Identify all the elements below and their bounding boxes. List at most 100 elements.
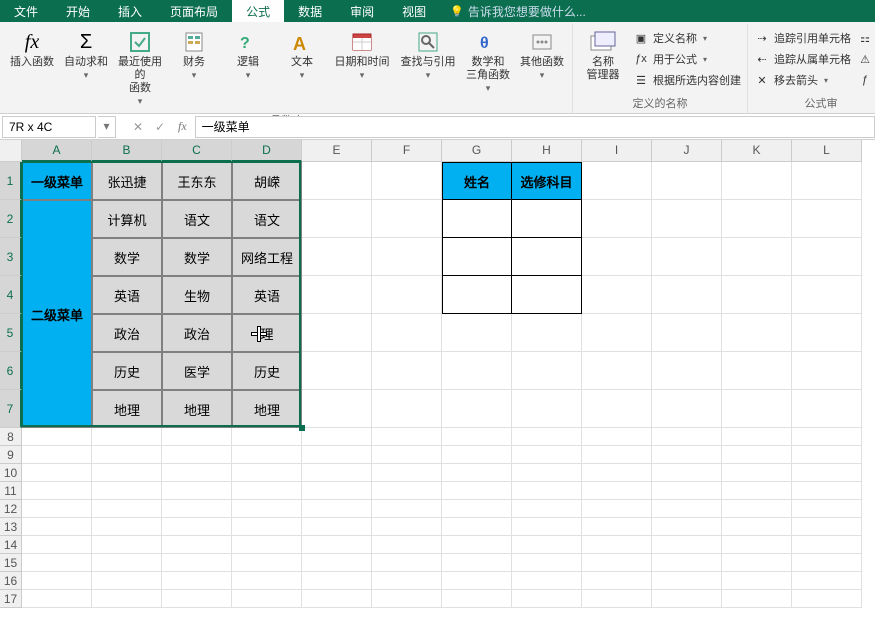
col-header-E[interactable]: E bbox=[302, 140, 372, 162]
cell-I17[interactable] bbox=[582, 590, 652, 608]
cell-B6[interactable]: 历史 bbox=[92, 352, 162, 390]
logical-button[interactable]: ? 逻辑 bbox=[222, 26, 274, 110]
tab-review[interactable]: 审阅 bbox=[336, 0, 388, 22]
cell-H11[interactable] bbox=[512, 482, 582, 500]
cell-E6[interactable] bbox=[302, 352, 372, 390]
cell-K14[interactable] bbox=[722, 536, 792, 554]
cell-A9[interactable] bbox=[22, 446, 92, 464]
cell-F17[interactable] bbox=[372, 590, 442, 608]
col-header-A[interactable]: A bbox=[22, 140, 92, 162]
cell-L6[interactable] bbox=[792, 352, 862, 390]
cell-F11[interactable] bbox=[372, 482, 442, 500]
cell-C11[interactable] bbox=[162, 482, 232, 500]
row-header-1[interactable]: 1 bbox=[0, 162, 22, 200]
remove-arrows-button[interactable]: ✕移去箭头 bbox=[754, 70, 851, 90]
row-header-15[interactable]: 15 bbox=[0, 554, 22, 572]
cell-I13[interactable] bbox=[582, 518, 652, 536]
cell-H2[interactable] bbox=[512, 200, 582, 238]
cell-D6[interactable]: 历史 bbox=[232, 352, 302, 390]
cell-B16[interactable] bbox=[92, 572, 162, 590]
cell-K9[interactable] bbox=[722, 446, 792, 464]
row-header-7[interactable]: 7 bbox=[0, 390, 22, 428]
cell-I1[interactable] bbox=[582, 162, 652, 200]
col-header-C[interactable]: C bbox=[162, 140, 232, 162]
cell-F13[interactable] bbox=[372, 518, 442, 536]
cell-L11[interactable] bbox=[792, 482, 862, 500]
cell-K6[interactable] bbox=[722, 352, 792, 390]
create-from-selection-button[interactable]: ☰根据所选内容创建 bbox=[633, 70, 741, 90]
error-checking-button[interactable]: ⚠错 bbox=[857, 49, 875, 69]
cell-H12[interactable] bbox=[512, 500, 582, 518]
row-header-11[interactable]: 11 bbox=[0, 482, 22, 500]
evaluate-formula-button[interactable]: ƒ公 bbox=[857, 70, 875, 90]
cell-D7[interactable]: 地理 bbox=[232, 390, 302, 428]
cell-J2[interactable] bbox=[652, 200, 722, 238]
cell-H17[interactable] bbox=[512, 590, 582, 608]
cell-G17[interactable] bbox=[442, 590, 512, 608]
cell-H1[interactable]: 选修科目 bbox=[512, 162, 582, 200]
cell-K2[interactable] bbox=[722, 200, 792, 238]
cell-K11[interactable] bbox=[722, 482, 792, 500]
cell-I15[interactable] bbox=[582, 554, 652, 572]
cell-F7[interactable] bbox=[372, 390, 442, 428]
cell-I4[interactable] bbox=[582, 276, 652, 314]
cell-J5[interactable] bbox=[652, 314, 722, 352]
cell-J17[interactable] bbox=[652, 590, 722, 608]
show-formulas-button[interactable]: ⚏显 bbox=[857, 28, 875, 48]
cell-G16[interactable] bbox=[442, 572, 512, 590]
text-button[interactable]: A 文本 bbox=[276, 26, 328, 110]
cell-E5[interactable] bbox=[302, 314, 372, 352]
cell-L12[interactable] bbox=[792, 500, 862, 518]
cell-E14[interactable] bbox=[302, 536, 372, 554]
cell-J8[interactable] bbox=[652, 428, 722, 446]
cell-B5[interactable]: 政治 bbox=[92, 314, 162, 352]
cell-L4[interactable] bbox=[792, 276, 862, 314]
row-header-2[interactable]: 2 bbox=[0, 200, 22, 238]
cell-L9[interactable] bbox=[792, 446, 862, 464]
cell-H13[interactable] bbox=[512, 518, 582, 536]
cell-G12[interactable] bbox=[442, 500, 512, 518]
autosum-button[interactable]: Σ 自动求和 bbox=[60, 26, 112, 110]
cell-D9[interactable] bbox=[232, 446, 302, 464]
cell-A2[interactable]: 二级菜单 bbox=[22, 200, 92, 428]
col-header-I[interactable]: I bbox=[582, 140, 652, 162]
row-header-9[interactable]: 9 bbox=[0, 446, 22, 464]
tab-insert[interactable]: 插入 bbox=[104, 0, 156, 22]
cell-H6[interactable] bbox=[512, 352, 582, 390]
cell-L14[interactable] bbox=[792, 536, 862, 554]
row-header-3[interactable]: 3 bbox=[0, 238, 22, 276]
cell-I5[interactable] bbox=[582, 314, 652, 352]
tab-data[interactable]: 数据 bbox=[284, 0, 336, 22]
cell-G6[interactable] bbox=[442, 352, 512, 390]
cell-D14[interactable] bbox=[232, 536, 302, 554]
cell-D2[interactable]: 语文 bbox=[232, 200, 302, 238]
formula-bar[interactable] bbox=[195, 116, 875, 138]
cell-H10[interactable] bbox=[512, 464, 582, 482]
cell-I16[interactable] bbox=[582, 572, 652, 590]
cell-B17[interactable] bbox=[92, 590, 162, 608]
cell-L3[interactable] bbox=[792, 238, 862, 276]
cell-J11[interactable] bbox=[652, 482, 722, 500]
cell-K17[interactable] bbox=[722, 590, 792, 608]
name-manager-button[interactable]: 名称 管理器 bbox=[577, 26, 629, 92]
cell-E3[interactable] bbox=[302, 238, 372, 276]
cell-D4[interactable]: 英语 bbox=[232, 276, 302, 314]
cell-C5[interactable]: 政治 bbox=[162, 314, 232, 352]
tab-formulas[interactable]: 公式 bbox=[232, 0, 284, 22]
cell-E4[interactable] bbox=[302, 276, 372, 314]
cell-I12[interactable] bbox=[582, 500, 652, 518]
col-header-J[interactable]: J bbox=[652, 140, 722, 162]
cell-F4[interactable] bbox=[372, 276, 442, 314]
row-header-14[interactable]: 14 bbox=[0, 536, 22, 554]
cell-F14[interactable] bbox=[372, 536, 442, 554]
cell-I11[interactable] bbox=[582, 482, 652, 500]
cell-F16[interactable] bbox=[372, 572, 442, 590]
name-box-dropdown[interactable]: ▾ bbox=[98, 116, 116, 138]
col-header-B[interactable]: B bbox=[92, 140, 162, 162]
cell-I14[interactable] bbox=[582, 536, 652, 554]
cell-K3[interactable] bbox=[722, 238, 792, 276]
cell-A16[interactable] bbox=[22, 572, 92, 590]
cell-L2[interactable] bbox=[792, 200, 862, 238]
cell-A1[interactable]: 一级菜单 bbox=[22, 162, 92, 200]
cell-K10[interactable] bbox=[722, 464, 792, 482]
